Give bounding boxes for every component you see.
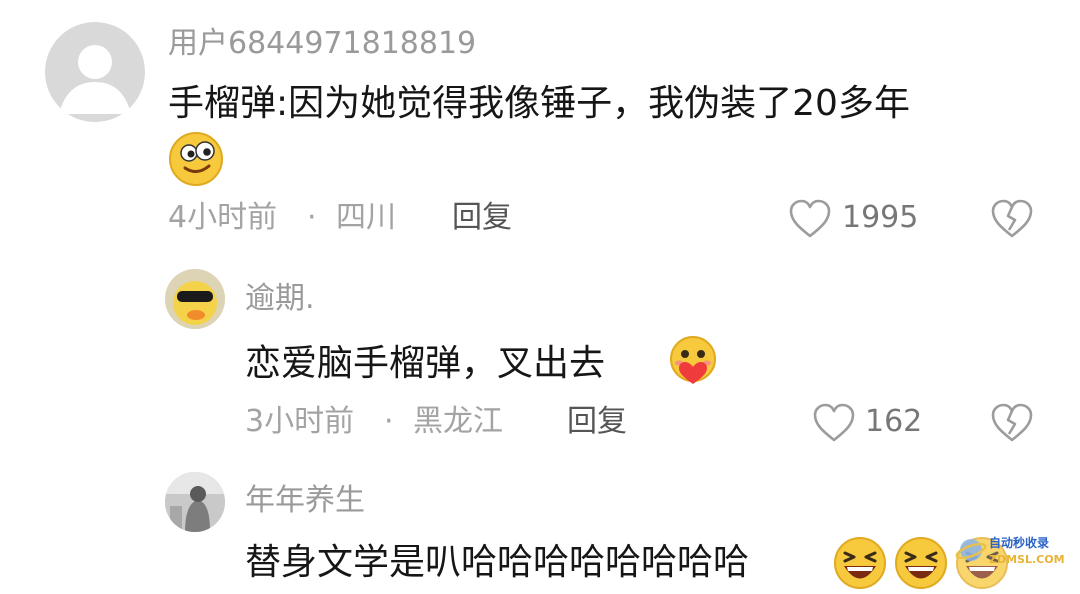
comment-username[interactable]: 年年养生 bbox=[245, 486, 365, 516]
reply-button[interactable]: 回复 bbox=[567, 407, 627, 437]
laughing-emoji bbox=[832, 535, 888, 591]
comment-location: 黑龙江 bbox=[413, 404, 503, 439]
like-heart-icon[interactable] bbox=[812, 402, 856, 444]
laughing-emoji bbox=[893, 535, 949, 591]
comment-username[interactable]: 逾期. bbox=[245, 284, 315, 314]
like-count: 162 bbox=[865, 404, 923, 439]
planet-logo-icon bbox=[955, 539, 987, 561]
like-count: 1995 bbox=[842, 200, 919, 235]
comment-text: 手榴弹:因为她觉得我像锤子，我伪装了20多年 bbox=[168, 83, 910, 124]
default-avatar-icon bbox=[59, 45, 131, 114]
watermark-domain: ZDMSL.COM bbox=[989, 553, 1065, 566]
avatar[interactable] bbox=[165, 472, 225, 532]
comment-item: 用户6844971818819 手榴弹:因为她觉得我像锤子，我伪装了20多年 4… bbox=[0, 0, 1080, 250]
comment-location: 四川 bbox=[336, 200, 396, 235]
like-heart-icon[interactable] bbox=[788, 198, 832, 240]
watermark-title: 自动秒收录 bbox=[989, 536, 1050, 550]
heart-hug-emoji bbox=[664, 334, 722, 388]
comment-text: 恋爱脑手榴弹，叉出去 bbox=[245, 343, 606, 384]
avatar[interactable] bbox=[165, 269, 225, 329]
dislike-broken-heart-icon[interactable] bbox=[990, 402, 1034, 444]
avatar[interactable] bbox=[45, 22, 145, 122]
photo-avatar-icon bbox=[165, 472, 225, 532]
comment-text: 替身文学是叭哈哈哈哈哈哈哈哈 bbox=[245, 542, 750, 583]
reply-comment-item: 年年养生 替身文学是叭哈哈哈哈哈哈哈哈 bbox=[0, 450, 1080, 594]
comment-time: 4小时前 bbox=[168, 200, 278, 235]
meta-separator: · bbox=[384, 404, 394, 439]
comment-time: 3小时前 bbox=[245, 404, 355, 439]
reply-comment-item: 逾期. 恋爱脑手榴弹，叉出去 3小时前 · 黑龙江 回复 162 bbox=[0, 250, 1080, 450]
duck-avatar-icon bbox=[165, 269, 225, 329]
watermark: 自动秒收录 ZDMSL.COM bbox=[955, 532, 1075, 580]
reply-button[interactable]: 回复 bbox=[452, 203, 512, 233]
meta-separator: · bbox=[307, 200, 317, 235]
dislike-broken-heart-icon[interactable] bbox=[990, 198, 1034, 240]
comment-username[interactable]: 用户6844971818819 bbox=[168, 29, 476, 59]
sly-smirk-emoji bbox=[167, 130, 225, 188]
